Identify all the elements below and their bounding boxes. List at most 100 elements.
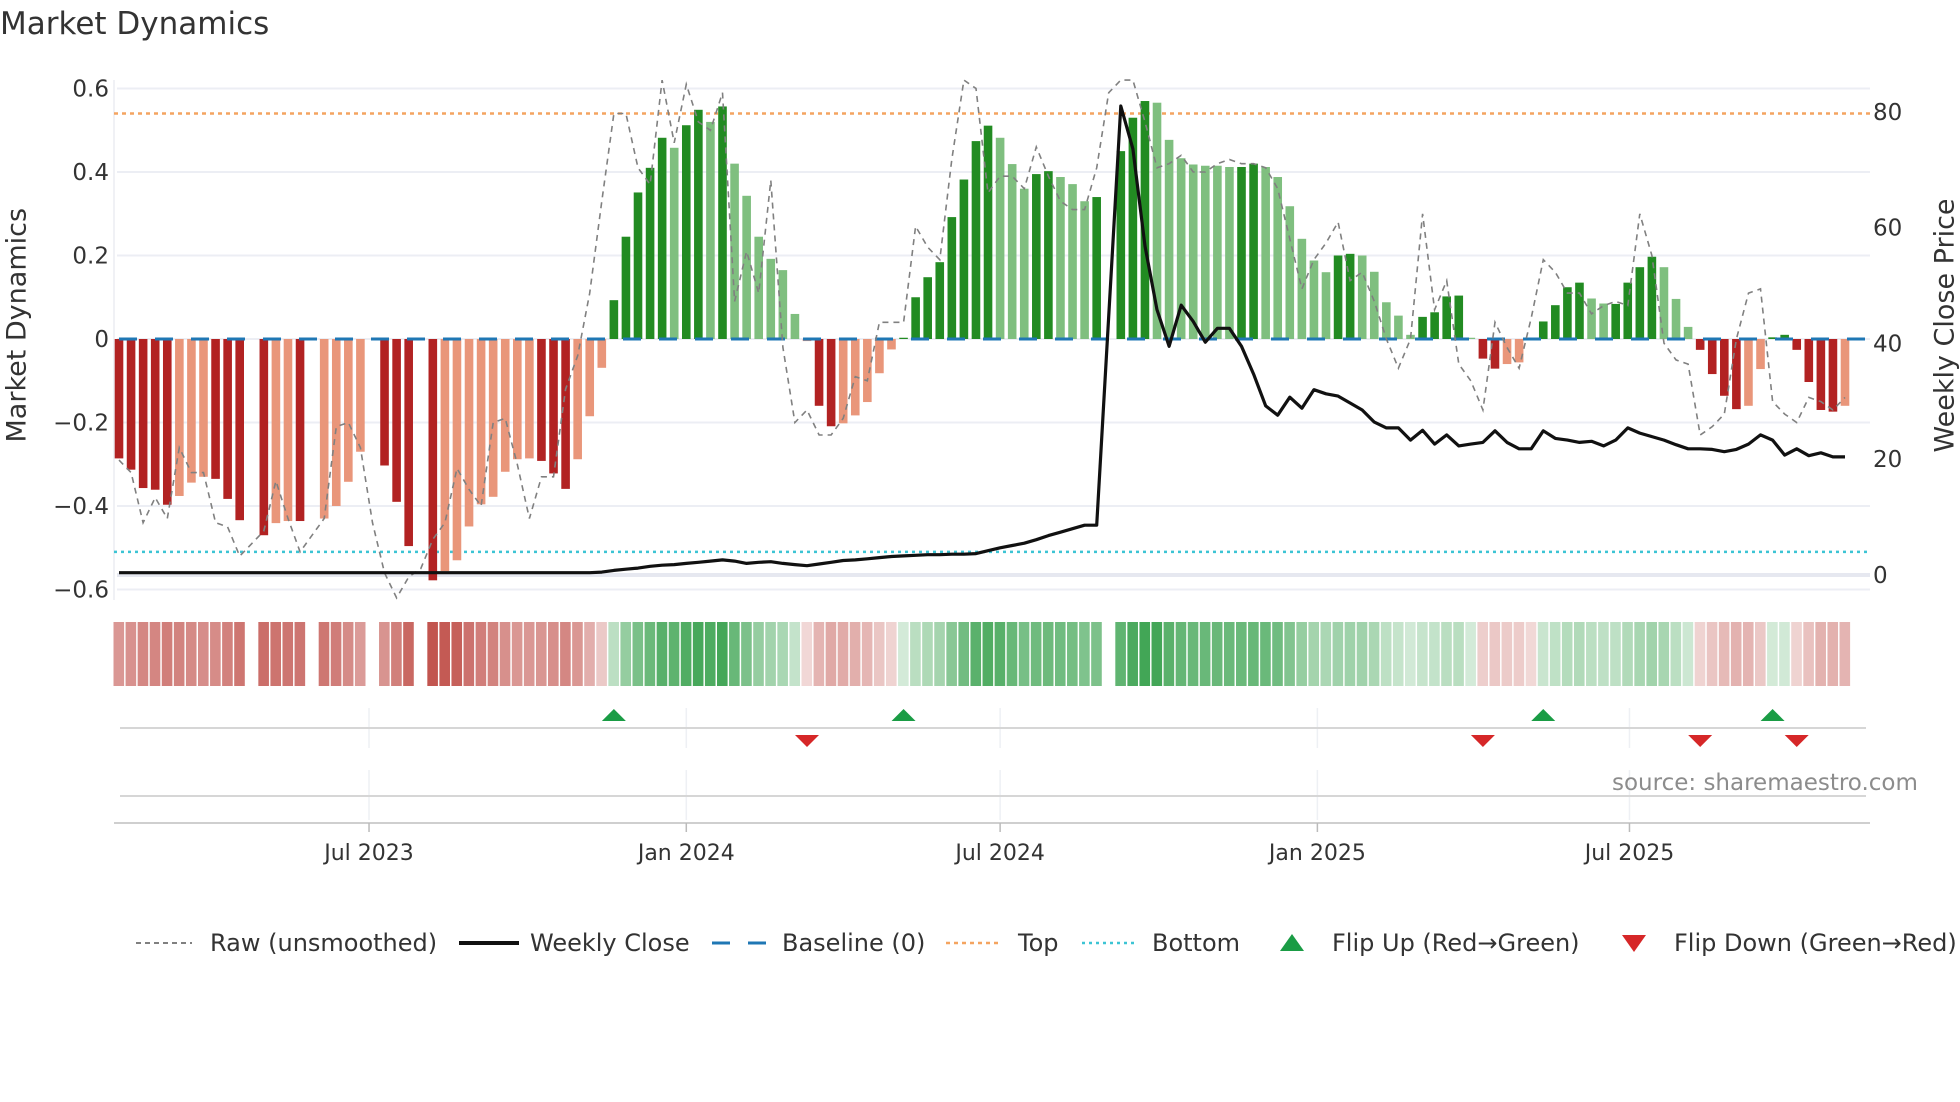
status-cell xyxy=(1272,622,1283,686)
status-cell xyxy=(1525,622,1537,686)
flip-up-marker xyxy=(1531,709,1556,721)
source-note: source: sharemaestro.com xyxy=(1612,770,1918,796)
dynamics-bar xyxy=(1828,339,1838,412)
y2-tick-label: 0 xyxy=(1873,563,1888,589)
dynamics-bar xyxy=(1201,165,1210,339)
status-cell xyxy=(1320,622,1332,686)
status-cell xyxy=(1054,622,1066,686)
status-cell xyxy=(1236,622,1247,686)
dynamics-bar xyxy=(585,339,595,417)
status-cell xyxy=(463,622,475,686)
legend-item-flip-up: Flip Up (Red→Green) xyxy=(1278,926,1580,960)
status-cell xyxy=(1755,622,1766,686)
dynamics-bar xyxy=(476,339,486,505)
status-cell xyxy=(789,622,801,686)
chart-title: Market Dynamics xyxy=(0,6,270,42)
status-cell xyxy=(777,622,788,686)
dynamics-bar xyxy=(428,339,438,581)
status-cell xyxy=(680,622,692,686)
status-cell xyxy=(704,622,716,686)
status-cell xyxy=(1827,622,1839,686)
status-cell xyxy=(982,622,994,686)
status-cell xyxy=(898,622,909,686)
status-cell xyxy=(125,622,137,686)
flip-up-marker xyxy=(891,709,916,721)
status-cell xyxy=(294,622,306,686)
status-cell xyxy=(560,622,571,686)
dynamics-bar xyxy=(1744,339,1753,406)
dynamics-bar xyxy=(1804,339,1814,383)
dynamics-bar xyxy=(1213,165,1222,339)
legend-close-swatch xyxy=(459,941,519,945)
status-cell xyxy=(270,622,282,686)
status-cell xyxy=(1380,622,1392,686)
status-cell xyxy=(427,622,438,686)
status-cell xyxy=(849,622,861,686)
status-cell xyxy=(922,622,933,686)
status-cell xyxy=(753,622,764,686)
status-cell xyxy=(1368,622,1380,686)
status-cell xyxy=(958,622,969,686)
status-cell xyxy=(1248,622,1259,686)
status-cell xyxy=(1042,622,1054,686)
status-cell xyxy=(1718,622,1730,686)
dynamics-bar xyxy=(1019,188,1029,339)
y2-tick-label: 80 xyxy=(1873,100,1902,126)
y2-axis-label: Weekly Close Price xyxy=(1929,198,1960,453)
dynamics-bar xyxy=(1538,321,1548,339)
dynamics-bar xyxy=(899,337,908,339)
x-tick-label: Jul 2025 xyxy=(1583,841,1675,866)
status-cell xyxy=(1199,622,1211,686)
dynamics-bar xyxy=(923,277,932,339)
status-cell xyxy=(1646,622,1657,686)
y-tick-label: 0.6 xyxy=(72,77,109,103)
legend-label: Top xyxy=(1018,929,1059,957)
flip-up-marker xyxy=(1760,709,1785,721)
dynamics-bar xyxy=(356,339,365,452)
dynamics-bar xyxy=(681,125,691,340)
dynamics-bar xyxy=(1080,201,1089,339)
status-cell xyxy=(439,622,450,686)
dynamics-bar xyxy=(464,339,474,527)
status-cell xyxy=(668,622,680,686)
dynamics-bar xyxy=(1478,339,1488,359)
dynamics-bar xyxy=(513,339,522,460)
status-cell xyxy=(1598,622,1609,686)
status-cell xyxy=(1332,622,1344,686)
flip-down-marker xyxy=(794,735,819,747)
status-cell xyxy=(1187,622,1199,686)
flip-up-icon xyxy=(1280,934,1304,951)
dynamics-bar xyxy=(283,339,293,522)
status-cell xyxy=(741,622,752,686)
status-cell xyxy=(210,622,221,686)
dynamics-bar xyxy=(1659,267,1669,339)
status-cell xyxy=(1151,622,1163,686)
status-cell xyxy=(861,622,873,686)
dynamics-bar xyxy=(863,339,872,403)
y2-tick-label: 40 xyxy=(1873,331,1902,357)
y-tick-label: −0.4 xyxy=(53,494,109,520)
dynamics-bar xyxy=(1756,339,1765,370)
y-tick-label: −0.2 xyxy=(53,411,109,437)
dynamics-bar xyxy=(1092,197,1101,339)
dynamics-bar xyxy=(1249,163,1258,339)
dynamics-bar xyxy=(1333,255,1343,339)
dynamics-bar xyxy=(1707,339,1717,375)
dynamics-bar xyxy=(1394,315,1403,339)
status-cell xyxy=(475,622,487,686)
x-tick-label: Jul 2023 xyxy=(322,841,414,866)
legend-label: Baseline (0) xyxy=(782,929,926,957)
dynamics-bar xyxy=(1599,303,1608,339)
legend-label: Flip Up (Red→Green) xyxy=(1332,929,1580,957)
dynamics-bar xyxy=(1418,316,1427,339)
dynamics-bar xyxy=(295,339,305,522)
status-cell xyxy=(1006,622,1018,686)
status-cell xyxy=(994,622,1006,686)
status-cell xyxy=(1706,622,1718,686)
dynamics-bar xyxy=(1321,272,1331,339)
legend: Raw (unsmoothed) Weekly Close Baseline (… xyxy=(0,926,1960,966)
dynamics-bar xyxy=(525,339,534,459)
status-cell xyxy=(330,622,342,686)
dynamics-bar xyxy=(790,313,800,339)
status-cell xyxy=(1284,622,1295,686)
